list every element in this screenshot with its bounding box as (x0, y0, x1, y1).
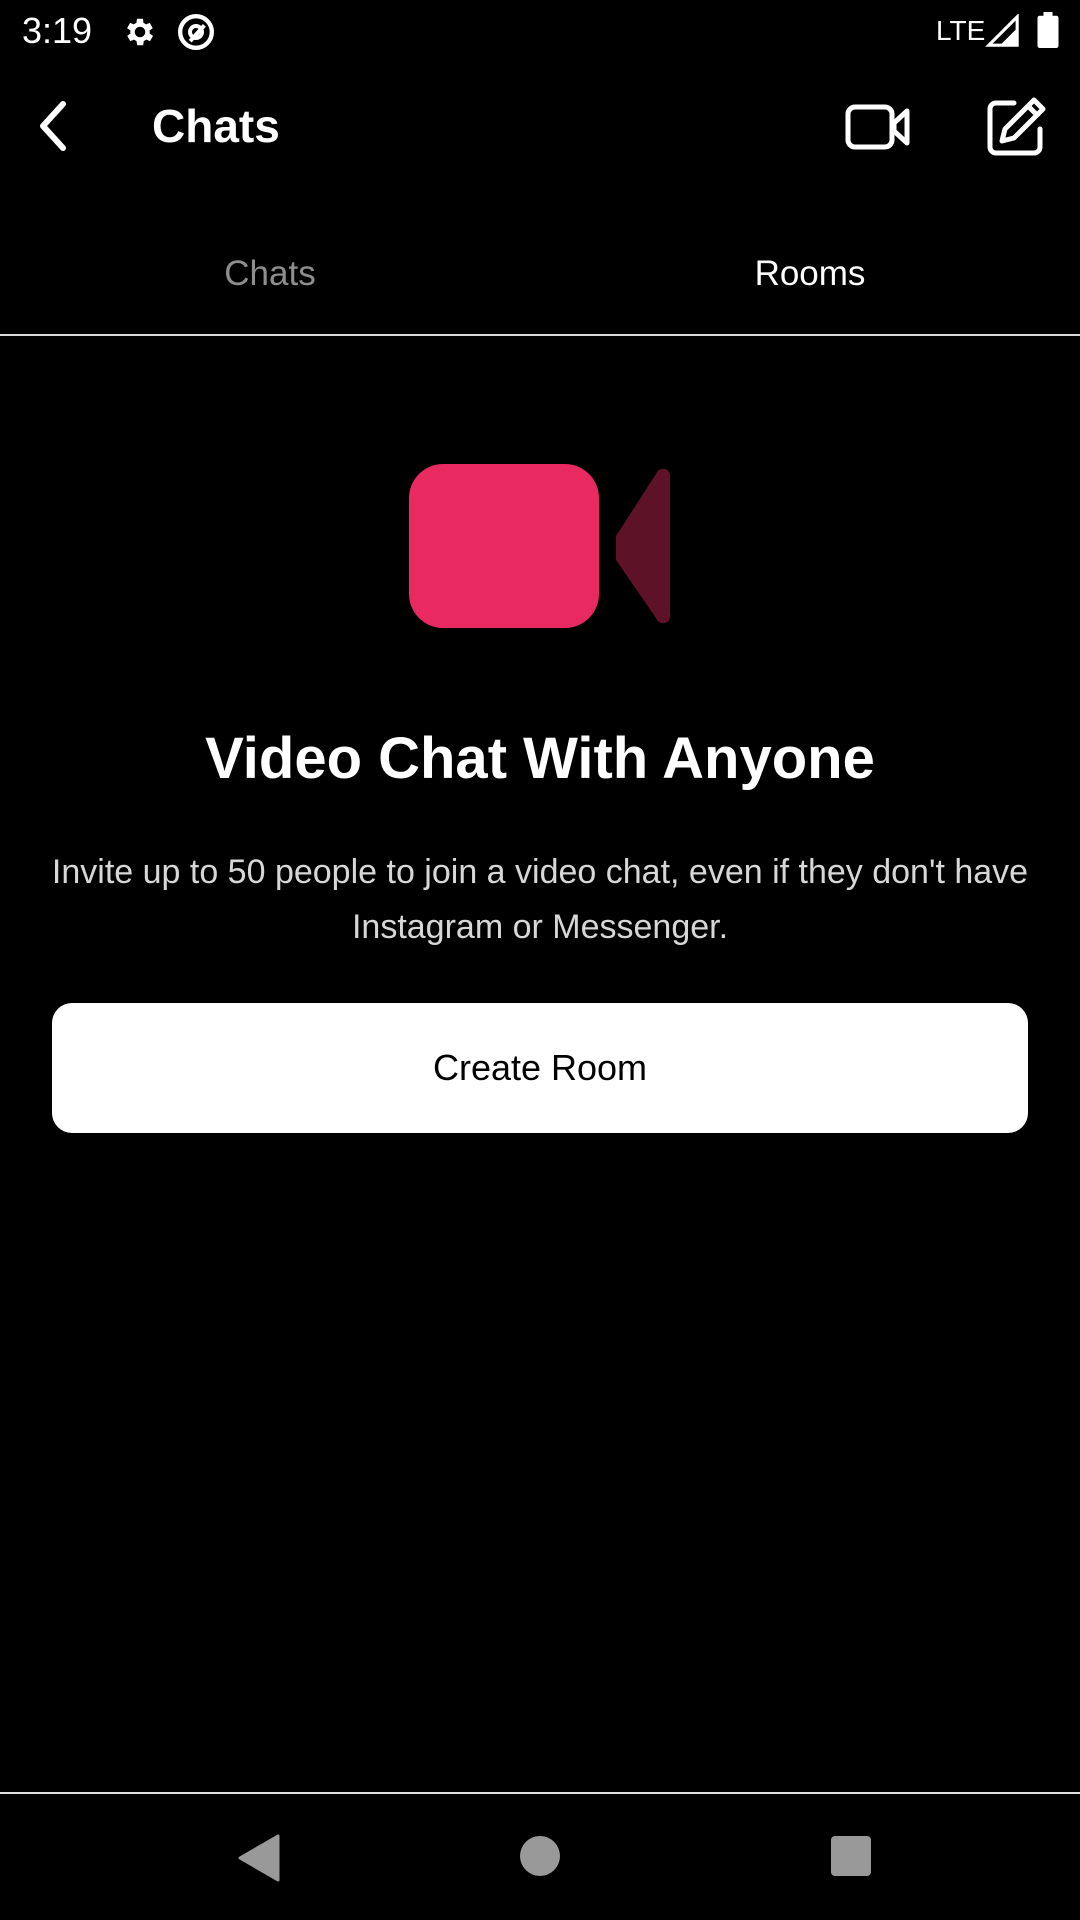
at-sign-icon (178, 14, 214, 50)
tab-rooms[interactable]: Rooms (540, 218, 1080, 332)
chevron-left-icon (40, 101, 66, 151)
create-room-label: Create Room (432, 1047, 648, 1088)
tab-rooms-label: Rooms (754, 254, 866, 293)
tab-bar: Chats Rooms (0, 218, 1080, 336)
empty-state-description: Invite up to 50 people to join a video c… (51, 853, 1029, 946)
video-camera-icon (409, 464, 671, 628)
compose-button[interactable] (980, 91, 1052, 163)
status-bar: 3:19 LTE (0, 0, 1080, 63)
system-nav-bar (0, 1794, 1080, 1920)
status-time: 3:19 (22, 10, 93, 51)
compose-icon (987, 97, 1046, 156)
tab-chats[interactable]: Chats (0, 218, 540, 332)
nav-back-icon[interactable] (236, 1834, 282, 1882)
gear-icon (127, 18, 154, 46)
create-room-button[interactable]: Create Room (52, 1003, 1028, 1133)
tab-chats-label: Chats (224, 254, 316, 293)
network-type: LTE (936, 15, 986, 46)
video-camera-icon (845, 104, 910, 150)
signal-icon (985, 14, 1019, 47)
empty-state-title: Video Chat With Anyone (205, 726, 875, 791)
battery-icon (1037, 12, 1059, 48)
back-button[interactable] (20, 93, 86, 159)
nav-recents-icon[interactable] (831, 1836, 871, 1876)
top-app-bar: Chats (0, 63, 1080, 189)
page-title: Chats (152, 100, 280, 152)
nav-home-icon[interactable] (520, 1836, 560, 1876)
video-call-button[interactable] (840, 91, 916, 163)
